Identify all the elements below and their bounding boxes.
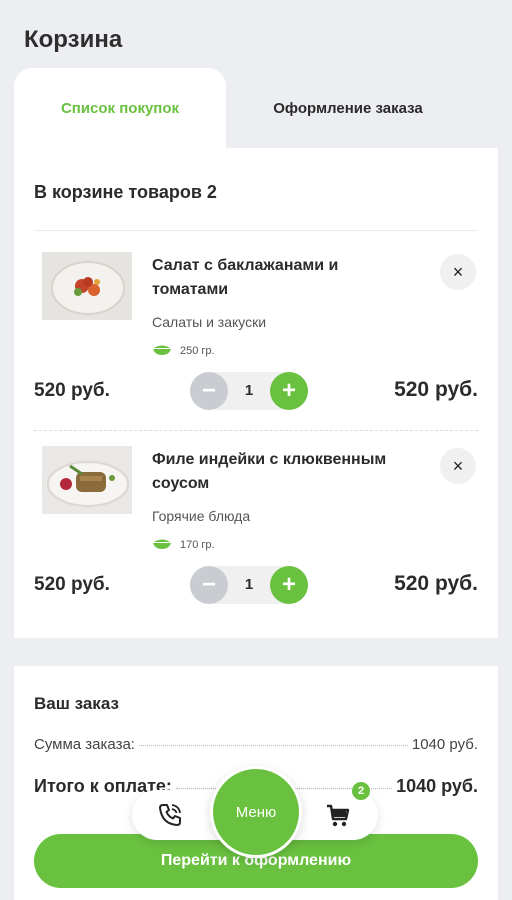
tab-shopping-list[interactable]: Список покупок — [14, 68, 226, 148]
page-title: Корзина — [24, 26, 123, 53]
order-sum-row: Сумма заказа: 1040 руб. — [34, 736, 478, 753]
item-weight-value: 250 гр. — [180, 344, 215, 357]
bowl-icon — [152, 343, 172, 358]
item-category: Горячие блюда — [152, 508, 251, 524]
quantity-stepper: − 1 + — [190, 566, 308, 604]
decrease-button[interactable]: − — [190, 372, 228, 410]
tab-bar: Список покупок Оформление заказа — [0, 66, 512, 148]
product-image — [42, 446, 132, 514]
cart-badge: 2 — [352, 782, 370, 800]
quantity-value: 1 — [244, 382, 254, 399]
cart-panel: В корзине товаров 2 Салат с баклажанами … — [14, 148, 498, 638]
item-weight: 250 гр. — [152, 343, 215, 358]
tab-checkout[interactable]: Оформление заказа — [226, 68, 470, 148]
cart-item: Салат с баклажанами и томатами Салаты и … — [14, 232, 498, 422]
decrease-button[interactable]: − — [190, 566, 228, 604]
item-weight-value: 170 гр. — [180, 538, 215, 551]
increase-button[interactable]: + — [270, 566, 308, 604]
order-title: Ваш заказ — [34, 694, 119, 713]
item-category: Салаты и закуски — [152, 314, 267, 330]
cart-item: Филе индейки с клюквенным соусом Горячие… — [14, 426, 498, 616]
item-name: Салат с баклажанами и томатами — [152, 257, 339, 298]
order-total-value: 1040 руб. — [396, 776, 478, 796]
item-total-price: 520 руб. — [394, 378, 478, 401]
item-weight: 170 гр. — [152, 537, 215, 552]
item-unit-price: 520 руб. — [34, 574, 110, 595]
quantity-value: 1 — [244, 576, 254, 593]
menu-button[interactable]: Меню — [210, 766, 302, 858]
divider — [34, 230, 478, 231]
quantity-stepper: − 1 + — [190, 372, 308, 410]
order-sum-value: 1040 руб. — [411, 736, 478, 753]
product-image — [42, 252, 132, 320]
item-total-price: 520 руб. — [394, 572, 478, 595]
order-sum-label: Сумма заказа: — [34, 736, 135, 753]
item-name: Филе индейки с клюквенным соусом — [152, 451, 387, 492]
item-unit-price: 520 руб. — [34, 380, 110, 401]
remove-item-button[interactable]: × — [440, 254, 476, 290]
bowl-icon — [152, 537, 172, 552]
remove-item-button[interactable]: × — [440, 448, 476, 484]
cart-icon[interactable] — [324, 801, 352, 829]
cart-count-label: В корзине товаров 2 — [34, 182, 217, 202]
phone-icon[interactable] — [156, 801, 184, 829]
increase-button[interactable]: + — [270, 372, 308, 410]
dotted-leader — [138, 745, 408, 746]
